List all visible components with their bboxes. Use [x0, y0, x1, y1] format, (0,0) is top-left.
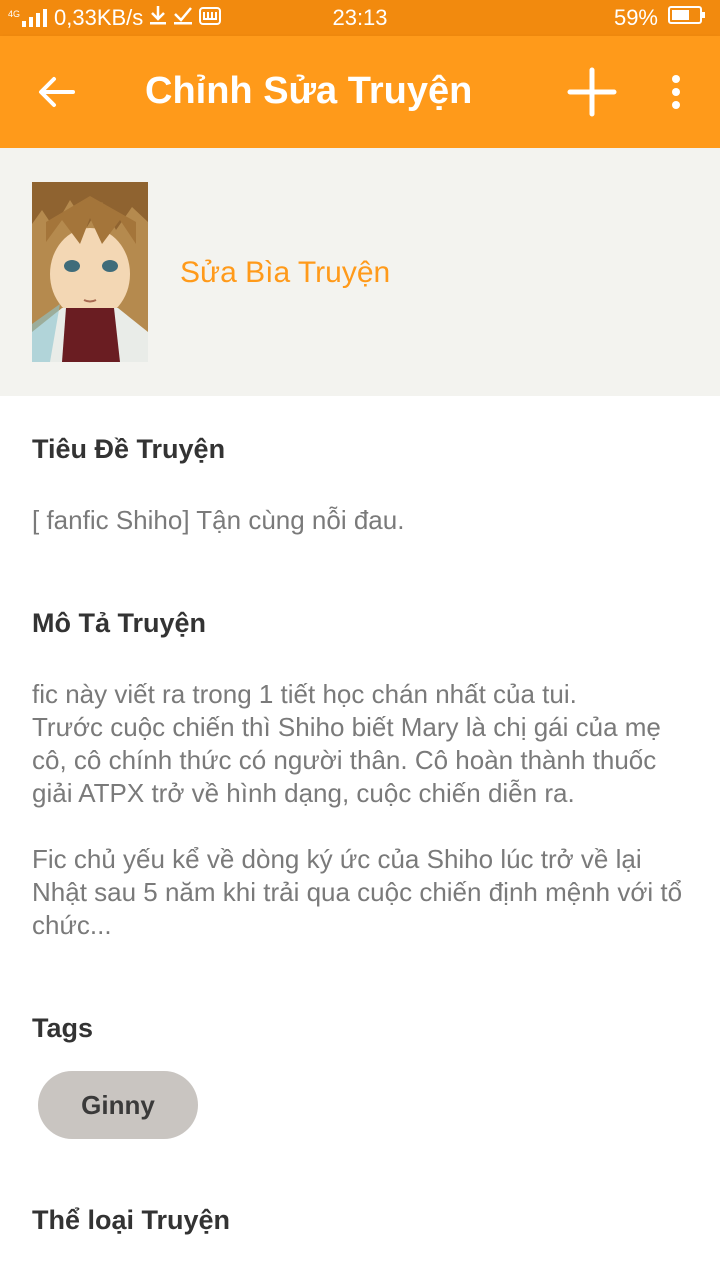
- app-bar: Chỉnh Sửa Truyện: [0, 36, 720, 148]
- battery-percent: 59%: [613, 5, 658, 30]
- battery-icon: [668, 5, 706, 31]
- story-title-field[interactable]: [ fanfic Shiho] Tận cùng nỗi đau.: [32, 504, 692, 537]
- more-options-button[interactable]: [656, 62, 696, 122]
- status-right: 59%: [614, 5, 706, 31]
- tags-label: Tags: [32, 1013, 94, 1043]
- plus-icon: [567, 67, 617, 117]
- cover-illustration: [32, 182, 148, 362]
- page-title: Chỉnh Sửa Truyện: [145, 70, 473, 112]
- status-time: 23:13: [332, 5, 388, 30]
- more-vertical-icon: [672, 75, 680, 109]
- story-genre-label: Thể loại Truyện: [32, 1205, 231, 1235]
- story-title-label: Tiêu Đề Truyện: [32, 434, 226, 464]
- add-button[interactable]: [562, 62, 622, 122]
- story-description-field[interactable]: fic này viết ra trong 1 tiết học chán nh…: [32, 678, 692, 942]
- cover-section: Sửa Bìa Truyện: [0, 148, 720, 396]
- tag-chip[interactable]: Ginny: [38, 1071, 198, 1139]
- story-description-label: Mô Tả Truyện: [32, 608, 207, 638]
- arrow-left-icon: [39, 77, 75, 107]
- cover-image[interactable]: [32, 182, 148, 362]
- edit-cover-link[interactable]: Sửa Bìa Truyện: [180, 256, 390, 290]
- back-button[interactable]: [26, 62, 86, 122]
- status-bar: 4G 0,33KB/s 23:13 59%: [0, 0, 720, 36]
